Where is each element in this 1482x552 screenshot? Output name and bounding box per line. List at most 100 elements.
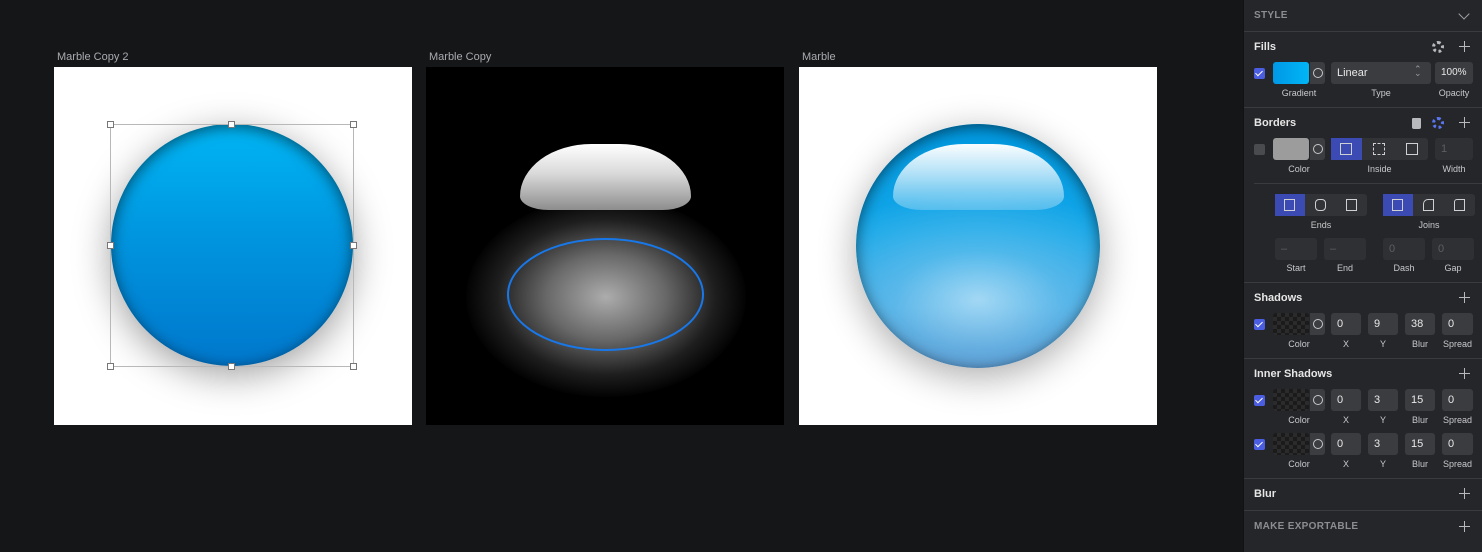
- inner-shadow-1-spread-field[interactable]: 0: [1442, 389, 1473, 411]
- borders-title: Borders: [1254, 117, 1297, 129]
- dash-field[interactable]: 0: [1383, 238, 1425, 260]
- inner-shadows-title: Inner Shadows: [1254, 368, 1333, 380]
- gap-field[interactable]: 0: [1432, 238, 1474, 260]
- inner-shadow-2-blur-field[interactable]: 15: [1405, 433, 1435, 455]
- add-blur-plus-icon[interactable]: [1459, 488, 1470, 499]
- artboard-label-marble-copy-2[interactable]: Marble Copy 2: [57, 51, 129, 63]
- artboard-label-marble[interactable]: Marble: [802, 51, 836, 63]
- border-color-swatch[interactable]: [1273, 138, 1309, 160]
- color-variable-icon[interactable]: [1310, 389, 1325, 411]
- divider: [1244, 282, 1482, 283]
- gap-label: Gap: [1444, 263, 1462, 273]
- resize-handle-top[interactable]: [228, 121, 235, 128]
- resize-handle-top-left[interactable]: [107, 121, 114, 128]
- fill-gradient-swatch[interactable]: [1273, 62, 1309, 84]
- gradient-label: Gradient: [1281, 88, 1317, 98]
- divider: [1244, 358, 1482, 359]
- add-fill-plus-icon[interactable]: [1459, 41, 1470, 52]
- type-label: Type: [1371, 88, 1391, 98]
- resize-handle-bottom-left[interactable]: [107, 363, 114, 370]
- color-variable-icon[interactable]: [1310, 433, 1325, 455]
- canvas[interactable]: Marble Copy 2 Marble Copy Marble: [0, 0, 1243, 552]
- chevron-down-icon[interactable]: [1458, 8, 1470, 20]
- highlight-shape[interactable]: [520, 144, 691, 210]
- style-header[interactable]: STYLE: [1254, 10, 1288, 21]
- border-enabled-checkbox[interactable]: [1254, 144, 1265, 155]
- inner-shadow-1-blur-field[interactable]: 15: [1405, 389, 1435, 411]
- divider: [1244, 107, 1482, 108]
- resize-handle-right[interactable]: [350, 242, 357, 249]
- add-shadow-plus-icon[interactable]: [1459, 292, 1470, 303]
- border-outside-option[interactable]: [1397, 138, 1428, 160]
- resize-handle-bottom-right[interactable]: [350, 363, 357, 370]
- square-end-option[interactable]: [1337, 194, 1367, 216]
- inner-shadow-2-spread-field[interactable]: 0: [1442, 433, 1473, 455]
- border-width-field[interactable]: 1: [1435, 138, 1473, 160]
- artboard-label-marble-copy[interactable]: Marble Copy: [429, 51, 491, 63]
- border-position-segmented: [1331, 138, 1428, 160]
- inner-shadow-2-y-field[interactable]: 3: [1368, 433, 1398, 455]
- resize-handle-left[interactable]: [107, 242, 114, 249]
- arrow-end-select[interactable]: –: [1324, 238, 1366, 260]
- add-inner-shadow-plus-icon[interactable]: [1459, 368, 1470, 379]
- color-variable-icon[interactable]: [1310, 138, 1325, 160]
- bevel-join-option[interactable]: [1445, 194, 1475, 216]
- color-variable-icon[interactable]: [1310, 313, 1325, 335]
- inner-shadow-1-x-field[interactable]: 0: [1331, 389, 1361, 411]
- butt-end-option[interactable]: [1275, 194, 1305, 216]
- border-center-option[interactable]: [1331, 138, 1362, 160]
- selection-bounding-box: [110, 124, 354, 367]
- border-inside-option[interactable]: [1364, 138, 1395, 160]
- spread-label: Spread: [1442, 415, 1473, 425]
- shadow-color-swatch[interactable]: [1273, 313, 1309, 335]
- arrow-start-select[interactable]: –: [1275, 238, 1317, 260]
- resize-handle-bottom[interactable]: [228, 363, 235, 370]
- inner-shadow-2-color-swatch[interactable]: [1273, 433, 1309, 455]
- fill-enabled-checkbox[interactable]: [1254, 68, 1265, 79]
- ends-label: Ends: [1310, 220, 1332, 230]
- fill-options-gear-icon[interactable]: [1432, 41, 1444, 53]
- shadows-title: Shadows: [1254, 292, 1303, 304]
- divider: [1244, 510, 1482, 511]
- trash-icon[interactable]: [1412, 118, 1421, 129]
- inner-shadow-2-x-field[interactable]: 0: [1331, 433, 1361, 455]
- width-label: Width: [1442, 164, 1466, 174]
- y-label: Y: [1379, 415, 1386, 425]
- blur-label: Blur: [1411, 459, 1428, 469]
- fill-opacity-field[interactable]: 100%: [1435, 62, 1473, 84]
- inspector-panel: STYLE Fills Linear 100% Gradient Type Op…: [1243, 0, 1482, 552]
- shadow-blur-field[interactable]: 38: [1405, 313, 1435, 335]
- border-options-gear-icon[interactable]: [1432, 117, 1444, 129]
- add-border-plus-icon[interactable]: [1459, 117, 1470, 128]
- inner-shadow-1-y-field[interactable]: 3: [1368, 389, 1398, 411]
- border-center-icon: [1340, 143, 1352, 155]
- color-variable-icon[interactable]: [1310, 62, 1325, 84]
- start-label: Start: [1286, 263, 1306, 273]
- inner-shadow-1-checkbox[interactable]: [1254, 395, 1265, 406]
- resize-handle-top-right[interactable]: [350, 121, 357, 128]
- border-outside-icon: [1406, 143, 1418, 155]
- artboard-marble-copy[interactable]: [426, 67, 784, 425]
- shadow-spread-field[interactable]: 0: [1442, 313, 1473, 335]
- round-join-icon: [1423, 199, 1434, 211]
- inner-shadow-2-checkbox[interactable]: [1254, 439, 1265, 450]
- artboard-marble[interactable]: [799, 67, 1157, 425]
- butt-end-icon: [1284, 199, 1295, 211]
- divider: [1244, 31, 1482, 32]
- opacity-label: Opacity: [1438, 88, 1470, 98]
- artboard-marble-copy-2[interactable]: [54, 67, 412, 425]
- shadow-enabled-checkbox[interactable]: [1254, 319, 1265, 330]
- chevron-updown-icon: [1414, 64, 1422, 79]
- bevel-join-icon: [1454, 199, 1465, 211]
- square-end-icon: [1346, 199, 1357, 211]
- miter-join-option[interactable]: [1383, 194, 1413, 216]
- shadow-x-field[interactable]: 0: [1331, 313, 1361, 335]
- round-end-option[interactable]: [1306, 194, 1336, 216]
- round-join-option[interactable]: [1414, 194, 1444, 216]
- shadow-y-field[interactable]: 9: [1368, 313, 1398, 335]
- hovered-ellipse-outline[interactable]: [507, 238, 704, 351]
- line-joins-segmented: [1383, 194, 1475, 216]
- add-export-plus-icon[interactable]: [1459, 521, 1470, 532]
- inner-shadow-1-color-swatch[interactable]: [1273, 389, 1309, 411]
- y-label: Y: [1379, 459, 1386, 469]
